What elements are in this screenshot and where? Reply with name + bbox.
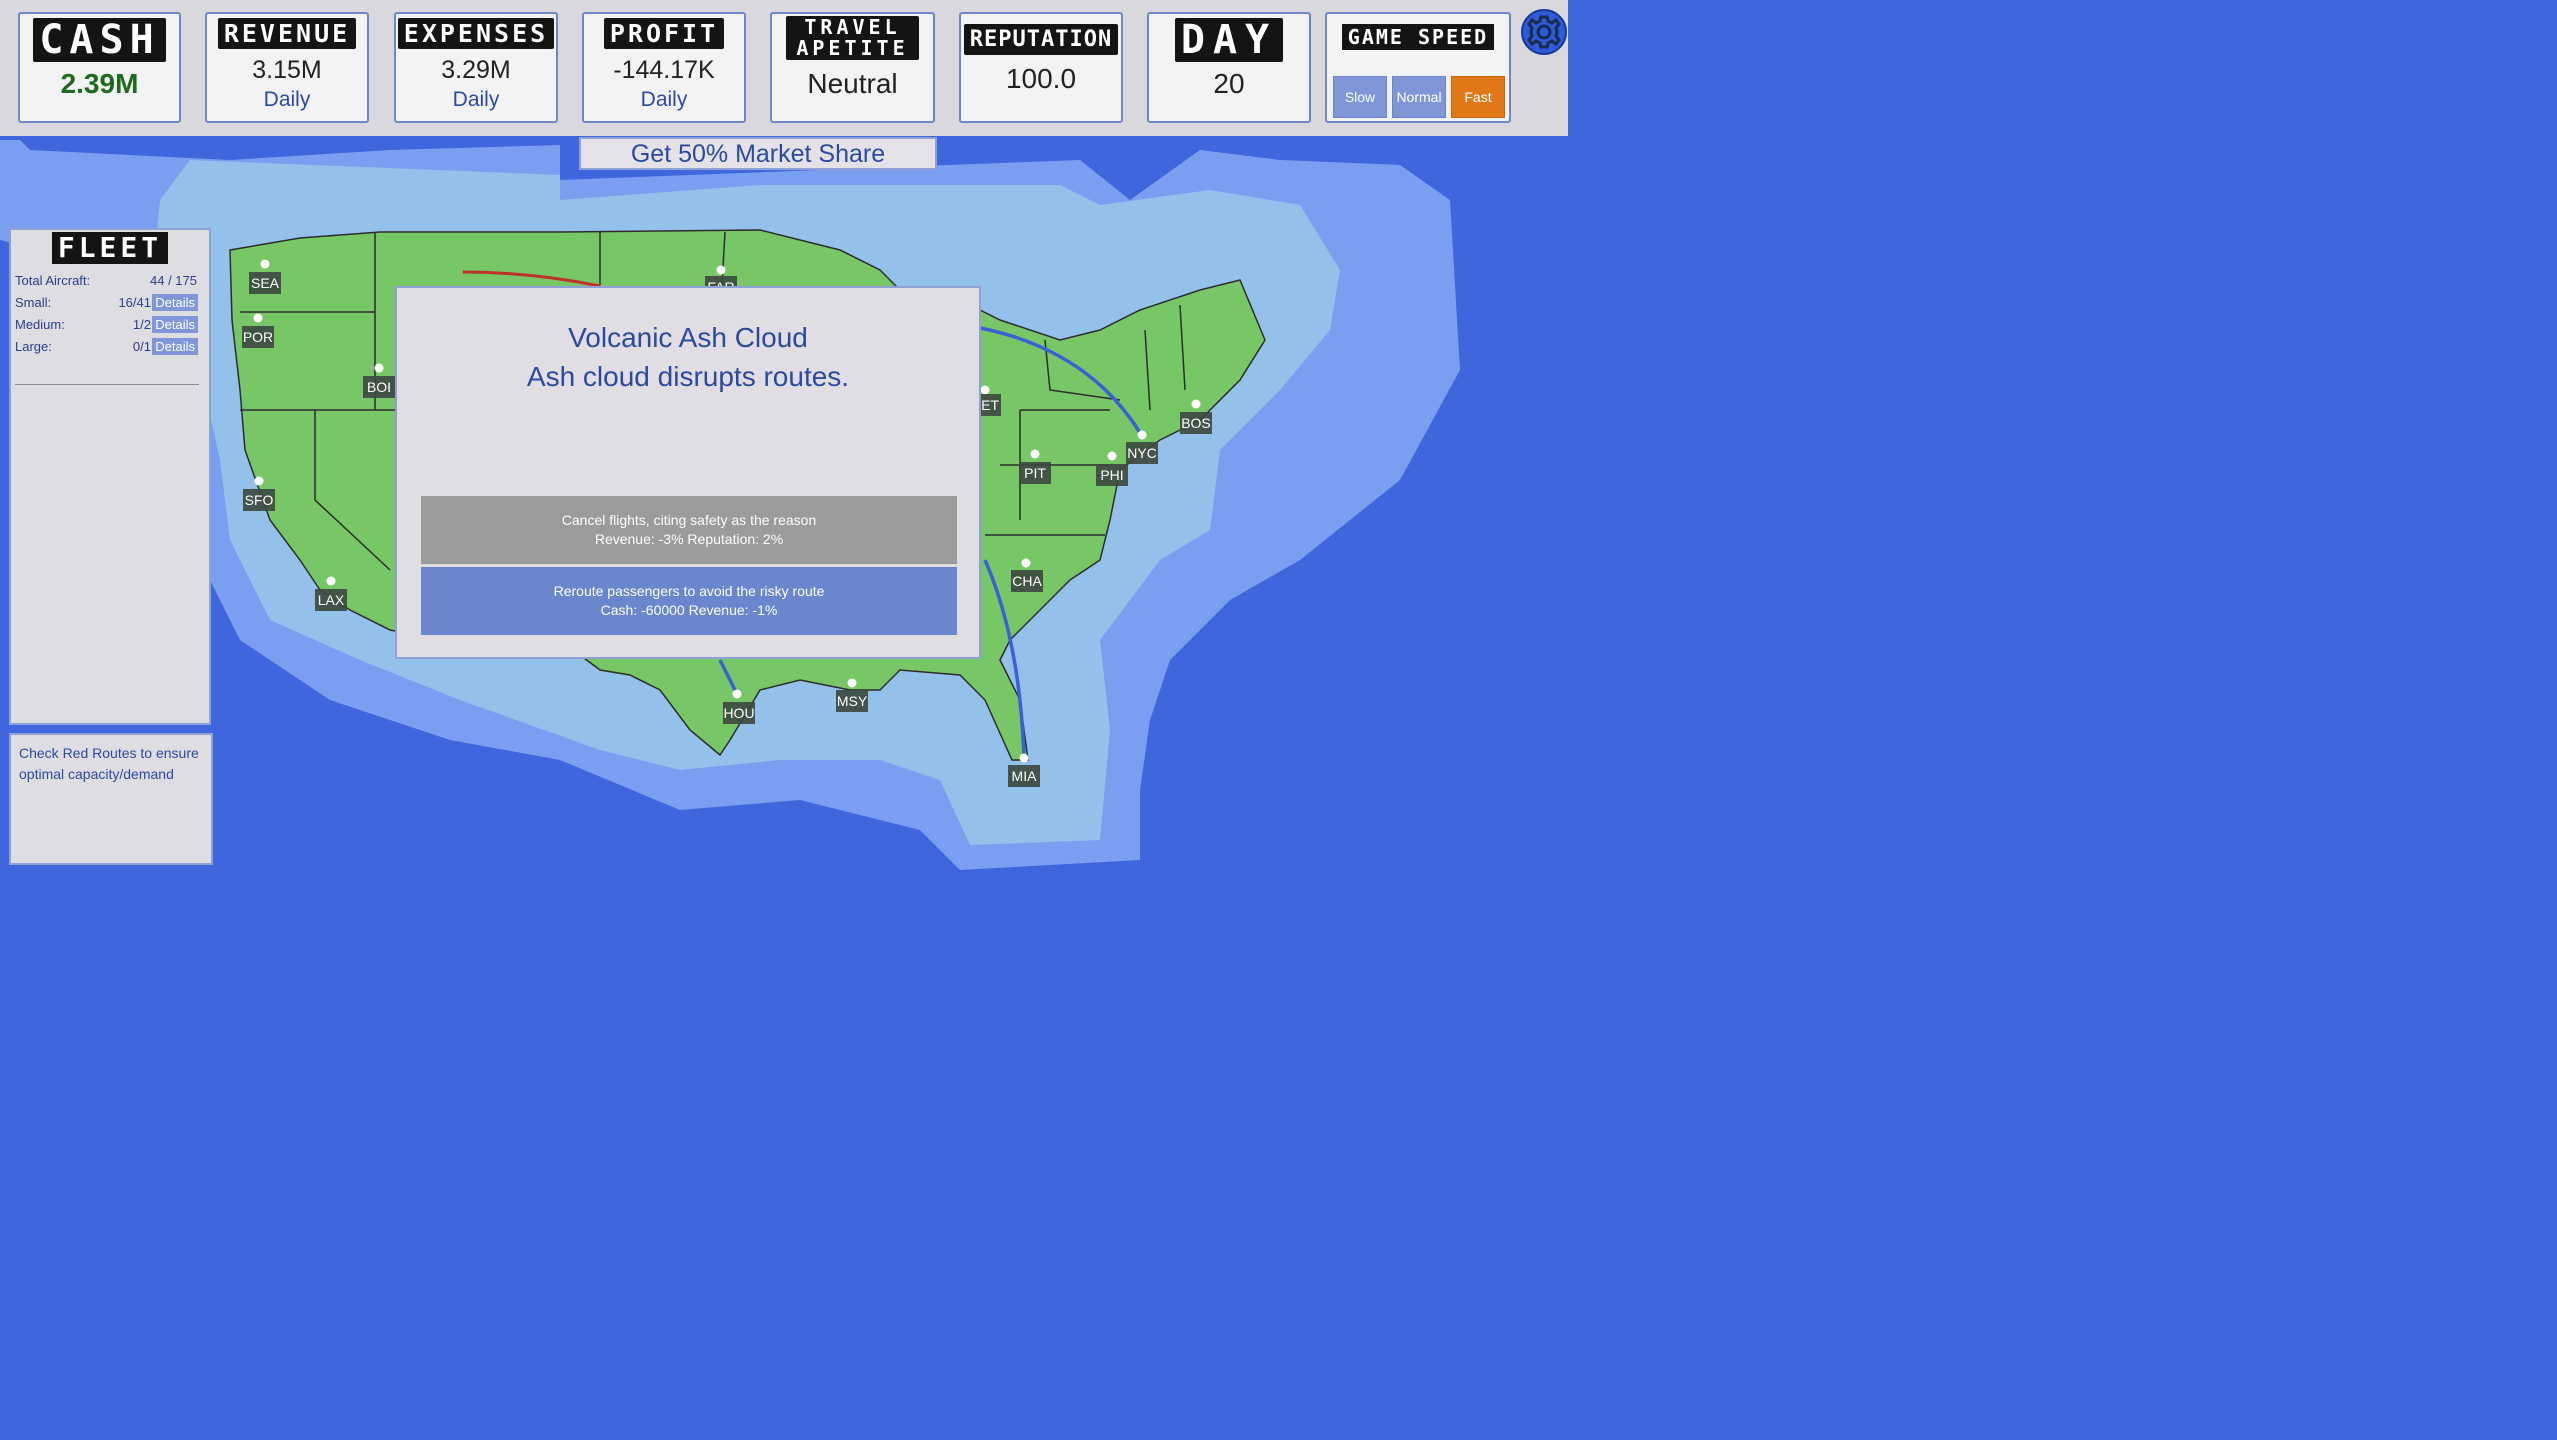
city-dot[interactable] bbox=[847, 678, 857, 688]
city-label: MIA bbox=[1012, 768, 1038, 784]
city-dot[interactable] bbox=[1030, 449, 1040, 459]
cash-value: 2.39M bbox=[60, 68, 139, 99]
event-heading: Volcanic Ash Cloud Ash cloud disrupts ro… bbox=[397, 318, 979, 396]
profit-value: -144.17K bbox=[613, 56, 715, 84]
fleet-divider bbox=[15, 384, 199, 385]
cash-title: CASH bbox=[33, 18, 166, 62]
expenses-card: EXPENSES 3.29M Daily bbox=[394, 12, 558, 123]
fleet-large-count: 0/1 bbox=[132, 339, 151, 354]
travel-appetite-card: TRAVEL APETITE Neutral bbox=[770, 12, 935, 123]
city-label: PIT bbox=[1024, 465, 1046, 481]
travel-appetite-value: Neutral bbox=[807, 68, 898, 99]
city-dot[interactable] bbox=[1019, 753, 1029, 763]
option-1-effects: Revenue: -3% Reputation: 2% bbox=[594, 531, 784, 547]
gear-icon[interactable] bbox=[1520, 6, 1568, 56]
city-dot[interactable] bbox=[260, 259, 270, 269]
city-label: CHA bbox=[1012, 573, 1042, 589]
reroute-passengers-option-button[interactable]: Reroute passengers to avoid the risky ro… bbox=[421, 567, 957, 635]
fleet-large-label: Large: bbox=[15, 339, 52, 354]
revenue-card: REVENUE 3.15M Daily bbox=[205, 12, 369, 123]
fleet-row-large: Large: 0/1 Details bbox=[13, 336, 209, 358]
expenses-period: Daily bbox=[452, 88, 500, 111]
city-dot[interactable] bbox=[1137, 430, 1147, 440]
option-1-text: Cancel flights, citing safety as the rea… bbox=[561, 512, 817, 528]
city-dot[interactable] bbox=[374, 363, 384, 373]
speed-normal-button[interactable]: Normal bbox=[1392, 76, 1446, 118]
speed-fast-button[interactable]: Fast bbox=[1451, 76, 1505, 118]
fleet-small-count: 16/41 bbox=[118, 295, 151, 310]
fleet-small-details-button[interactable]: Details bbox=[152, 294, 198, 311]
city-label: POR bbox=[243, 329, 273, 345]
day-value: 20 bbox=[1213, 68, 1245, 99]
fleet-medium-count: 1/2 bbox=[132, 317, 151, 332]
option-2-text: Reroute passengers to avoid the risky ro… bbox=[553, 583, 825, 599]
cancel-flights-option-button[interactable]: Cancel flights, citing safety as the rea… bbox=[421, 496, 957, 564]
revenue-title: REVENUE bbox=[217, 18, 357, 49]
event-description: Ash cloud disrupts routes. bbox=[526, 361, 850, 392]
game-speed-title: GAME SPEED bbox=[1341, 24, 1495, 50]
revenue-value: 3.15M bbox=[252, 56, 322, 84]
fleet-row-medium: Medium: 1/2 Details bbox=[13, 314, 209, 336]
city-label: LAX bbox=[318, 592, 345, 608]
fleet-row-small: Small: 16/41 Details bbox=[13, 292, 209, 314]
fleet-medium-label: Medium: bbox=[15, 317, 65, 332]
day-card: DAY 20 bbox=[1147, 12, 1311, 123]
fleet-title-wrap: FLEET bbox=[11, 232, 209, 264]
travel-appetite-title-line1: TRAVEL bbox=[804, 15, 901, 39]
city-dot[interactable] bbox=[254, 476, 264, 486]
city-label: BOS bbox=[1181, 415, 1211, 431]
day-title: DAY bbox=[1174, 18, 1284, 62]
game-speed-card: GAME SPEED Slow Normal Fast bbox=[1325, 12, 1511, 123]
city-dot[interactable] bbox=[253, 313, 263, 323]
reputation-title: REPUTATION bbox=[963, 24, 1119, 55]
speed-slow-button[interactable]: Slow bbox=[1333, 76, 1387, 118]
travel-appetite-title-line2: APETITE bbox=[796, 36, 909, 60]
city-label: NYC bbox=[1127, 445, 1157, 461]
expenses-title: EXPENSES bbox=[397, 18, 555, 49]
reputation-card: REPUTATION 100.0 bbox=[959, 12, 1123, 123]
city-label: HOU bbox=[723, 705, 754, 721]
hint-panel: Check Red Routes to ensure optimal capac… bbox=[9, 733, 213, 865]
city-label: MSY bbox=[837, 693, 868, 709]
fleet-total-label: Total Aircraft: bbox=[15, 273, 91, 288]
fleet-medium-details-button[interactable]: Details bbox=[152, 316, 198, 333]
top-stats-bar: CASH 2.39M REVENUE 3.15M Daily EXPENSES … bbox=[0, 0, 1568, 136]
fleet-small-label: Small: bbox=[15, 295, 52, 310]
city-dot[interactable] bbox=[326, 576, 336, 586]
profit-card: PROFIT -144.17K Daily bbox=[582, 12, 746, 123]
option-2-effects: Cash: -60000 Revenue: -1% bbox=[600, 602, 778, 618]
fleet-row-total: Total Aircraft: 44 / 175 bbox=[13, 270, 209, 292]
city-dot[interactable] bbox=[1021, 558, 1031, 568]
city-dot[interactable] bbox=[1107, 451, 1117, 461]
fleet-large-details-button[interactable]: Details bbox=[152, 338, 198, 355]
city-label: BOI bbox=[367, 379, 391, 395]
event-dialog: Volcanic Ash Cloud Ash cloud disrupts ro… bbox=[395, 286, 981, 659]
fleet-total-count: 44 / 175 bbox=[150, 273, 197, 288]
event-title: Volcanic Ash Cloud bbox=[568, 322, 808, 353]
city-dot[interactable] bbox=[716, 265, 726, 275]
profit-period: Daily bbox=[640, 88, 688, 111]
city-dot[interactable] bbox=[1191, 399, 1201, 409]
cash-card: CASH 2.39M bbox=[18, 12, 181, 123]
revenue-period: Daily bbox=[263, 88, 311, 111]
market-share-goal: Get 50% Market Share bbox=[579, 137, 937, 170]
city-label: PHI bbox=[1100, 467, 1123, 483]
city-label: SFO bbox=[245, 492, 274, 508]
game-speed-buttons: Slow Normal Fast bbox=[1333, 76, 1505, 118]
city-label: SEA bbox=[251, 275, 280, 291]
city-dot[interactable] bbox=[980, 385, 990, 395]
fleet-panel: FLEET Total Aircraft: 44 / 175 Small: 16… bbox=[9, 228, 211, 725]
expenses-value: 3.29M bbox=[441, 56, 511, 84]
profit-title: PROFIT bbox=[603, 18, 725, 49]
travel-appetite-title: TRAVEL APETITE bbox=[786, 15, 919, 60]
reputation-value: 100.0 bbox=[1005, 63, 1077, 94]
fleet-title: FLEET bbox=[51, 232, 169, 264]
city-dot[interactable] bbox=[732, 689, 742, 699]
